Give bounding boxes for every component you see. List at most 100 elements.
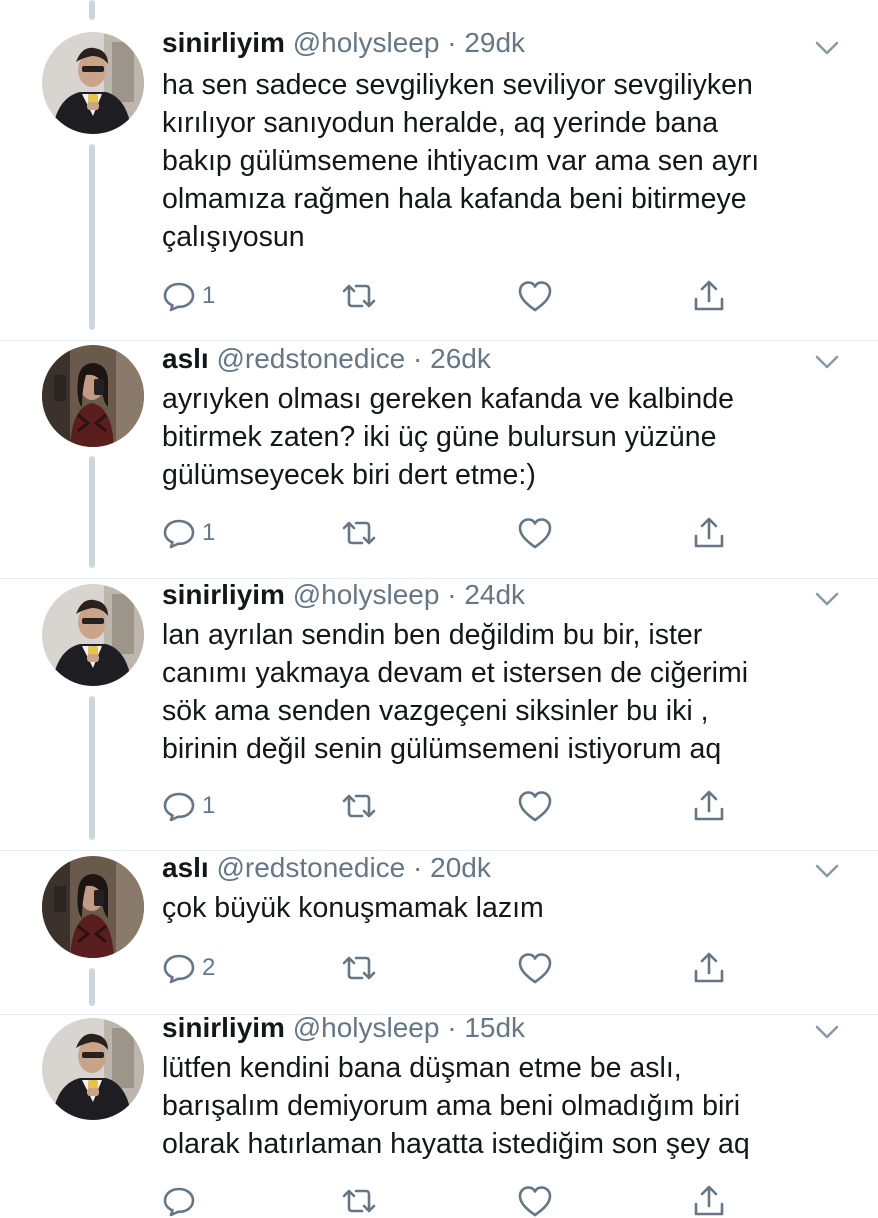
- tweet-actions: 1: [162, 279, 742, 313]
- display-name[interactable]: aslı: [162, 852, 209, 883]
- reply-count: 1: [202, 792, 216, 819]
- like-button[interactable]: [517, 279, 553, 313]
- tweet-actions: 1: [162, 516, 742, 550]
- like-button[interactable]: [517, 1184, 553, 1218]
- avatar[interactable]: [42, 1018, 144, 1120]
- reply-count: 1: [202, 519, 216, 546]
- tweet-header: aslı @redstonedice · 20dk: [162, 851, 491, 885]
- username[interactable]: @holysleep: [293, 579, 440, 610]
- timestamp[interactable]: 20dk: [430, 852, 491, 883]
- avatar[interactable]: [42, 584, 144, 686]
- reply-count: 2: [202, 954, 216, 981]
- tweet-text-line: çalışıyosun: [162, 221, 305, 253]
- tweet-text-line: çok büyük konuşmamak lazım: [162, 892, 544, 924]
- like-button[interactable]: [517, 516, 553, 550]
- reply-button[interactable]: 1: [162, 279, 215, 313]
- retweet-button[interactable]: [340, 279, 378, 313]
- tweet-text-line: kırılıyor sanıyodun heralde, aq yerinde …: [162, 107, 719, 139]
- timestamp[interactable]: 26dk: [430, 343, 491, 374]
- tweet-text: çok büyük konuşmamak lazım: [162, 889, 822, 927]
- tweet-text-line: bakıp gülümsemene ihtiyacım var ama sen …: [162, 145, 760, 177]
- tweet-text-line: birinin değil senin gülümsemeni istiyoru…: [162, 733, 722, 765]
- share-icon: [692, 279, 726, 313]
- reply-button[interactable]: 2: [162, 951, 215, 985]
- chevron-down-icon[interactable]: [814, 862, 840, 880]
- tweet[interactable]: aslı @redstonedice · 26dk ayrıyken olmas…: [0, 340, 878, 578]
- tweet-actions: 2: [162, 951, 742, 985]
- username[interactable]: @holysleep: [293, 1012, 440, 1043]
- tweet-text: ha sen sadece sevgiliyken seviliyor sevg…: [162, 66, 822, 256]
- tweet[interactable]: aslı @redstonedice · 20dk çok büyük konu…: [0, 850, 878, 1014]
- tweet[interactable]: sinirliyim @holysleep · 29dk ha sen sade…: [0, 0, 878, 340]
- reply-button[interactable]: 1: [162, 789, 215, 823]
- tweet-text-line: canımı yakmaya devam et istersen de ciğe…: [162, 657, 749, 689]
- retweet-button[interactable]: [340, 951, 378, 985]
- tweet-text: ayrıyken olması gereken kafanda ve kalbi…: [162, 380, 822, 494]
- reply-button[interactable]: [162, 1184, 202, 1218]
- tweet-text: lan ayrılan sendin ben değildim bu bir, …: [162, 616, 822, 768]
- timestamp[interactable]: 24dk: [464, 579, 525, 610]
- tweet-text-line: lan ayrılan sendin ben değildim bu bir, …: [162, 619, 703, 651]
- share-button[interactable]: [692, 789, 726, 823]
- heart-icon: [517, 951, 553, 985]
- display-name[interactable]: sinirliyim: [162, 27, 285, 58]
- tweet-text-line: olarak hatırlaman hayatta istediğim son …: [162, 1128, 750, 1160]
- retweet-icon: [340, 1184, 378, 1218]
- chevron-down-icon[interactable]: [814, 39, 840, 57]
- share-button[interactable]: [692, 951, 726, 985]
- avatar[interactable]: [42, 32, 144, 134]
- tweet-text-line: gülümseyecek biri dert etme:): [162, 459, 536, 491]
- retweet-icon: [340, 951, 378, 985]
- retweet-icon: [340, 789, 378, 823]
- reply-button[interactable]: 1: [162, 516, 215, 550]
- tweet-text-line: olmamıza rağmen hala kafanda beni bitirm…: [162, 183, 747, 215]
- username[interactable]: @holysleep: [293, 27, 440, 58]
- username[interactable]: @redstonedice: [216, 852, 405, 883]
- display-name[interactable]: sinirliyim: [162, 579, 285, 610]
- tweet[interactable]: sinirliyim @holysleep · 15dk lütfen kend…: [0, 1012, 878, 1217]
- tweet-header: aslı @redstonedice · 26dk: [162, 342, 491, 376]
- share-icon: [692, 951, 726, 985]
- tweet-text-line: ha sen sadece sevgiliyken seviliyor sevg…: [162, 69, 753, 101]
- share-button[interactable]: [692, 279, 726, 313]
- tweet-text-line: bitirmek zaten? iki üç güne bulursun yüz…: [162, 421, 717, 453]
- reply-icon: [162, 279, 196, 313]
- retweet-icon: [340, 516, 378, 550]
- heart-icon: [517, 789, 553, 823]
- thread-line: [89, 144, 95, 330]
- tweet-header: sinirliyim @holysleep · 29dk: [162, 26, 525, 60]
- retweet-button[interactable]: [340, 1184, 378, 1218]
- tweet-text-line: ayrıyken olması gereken kafanda ve kalbi…: [162, 383, 734, 415]
- retweet-button[interactable]: [340, 516, 378, 550]
- reply-icon: [162, 1184, 196, 1218]
- tweet[interactable]: sinirliyim @holysleep · 24dk lan ayrılan…: [0, 578, 878, 850]
- share-button[interactable]: [692, 1184, 726, 1218]
- share-button[interactable]: [692, 516, 726, 550]
- share-icon: [692, 1184, 726, 1218]
- chevron-down-icon[interactable]: [814, 590, 840, 608]
- tweet-header: sinirliyim @holysleep · 24dk: [162, 578, 525, 612]
- tweet-text-line: sök ama senden vazgeçeni siksinler bu ik…: [162, 695, 709, 727]
- chevron-down-icon[interactable]: [814, 1023, 840, 1041]
- reply-icon: [162, 516, 196, 550]
- avatar[interactable]: [42, 856, 144, 958]
- avatar[interactable]: [42, 345, 144, 447]
- separator-dot: ·: [447, 579, 457, 610]
- timestamp[interactable]: 15dk: [464, 1012, 525, 1043]
- retweet-button[interactable]: [340, 789, 378, 823]
- like-button[interactable]: [517, 951, 553, 985]
- heart-icon: [517, 279, 553, 313]
- display-name[interactable]: sinirliyim: [162, 1012, 285, 1043]
- retweet-icon: [340, 279, 378, 313]
- timestamp[interactable]: 29dk: [464, 27, 525, 58]
- separator-dot: ·: [413, 343, 423, 374]
- thread-line: [89, 456, 95, 568]
- thread-line: [89, 968, 95, 1006]
- display-name[interactable]: aslı: [162, 343, 209, 374]
- share-icon: [692, 789, 726, 823]
- tweet-actions: 1: [162, 789, 742, 823]
- separator-dot: ·: [413, 852, 423, 883]
- username[interactable]: @redstonedice: [216, 343, 405, 374]
- like-button[interactable]: [517, 789, 553, 823]
- chevron-down-icon[interactable]: [814, 353, 840, 371]
